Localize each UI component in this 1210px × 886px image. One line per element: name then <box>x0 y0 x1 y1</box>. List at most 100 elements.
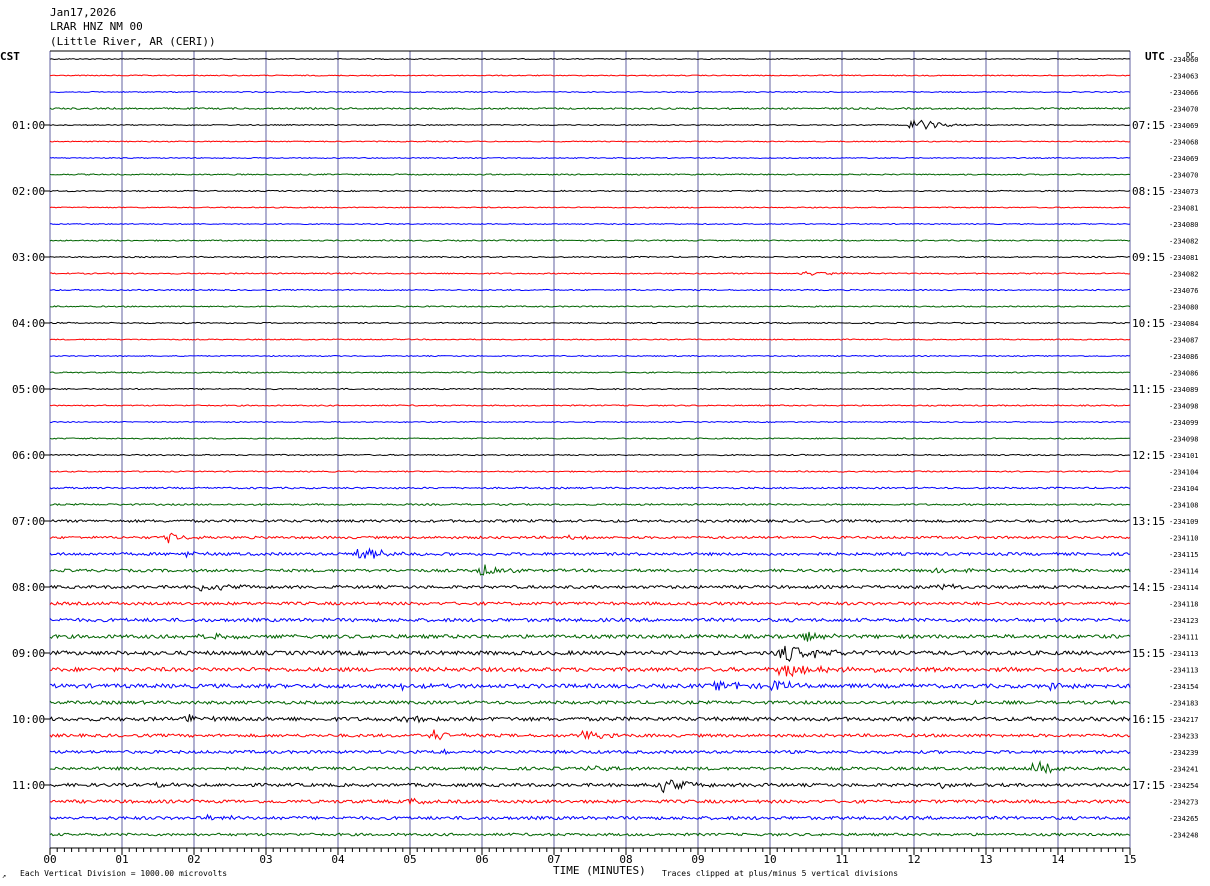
trace-31 <box>49 564 1131 576</box>
clip-note: Traces clipped at plus/minus 5 vertical … <box>662 869 898 878</box>
trace-3 <box>49 107 1131 110</box>
dc-offset-40: -234217 <box>1169 716 1199 724</box>
dc-offset-30: -234115 <box>1169 551 1199 559</box>
dc-offset-20: -234089 <box>1169 386 1199 394</box>
helicorder-plot: Jan17,2026 LRAR HNZ NM 00 (Little River,… <box>0 6 1199 880</box>
dc-offset-32: -234114 <box>1169 584 1199 592</box>
dc-offset-25: -234104 <box>1169 469 1199 477</box>
trace-42 <box>49 748 1131 756</box>
trace-0 <box>49 57 1131 61</box>
trace-22 <box>49 420 1131 424</box>
dc-offset-29: -234110 <box>1169 535 1199 543</box>
trace-6 <box>49 156 1131 160</box>
x-tick-label-15: 15 <box>1123 853 1136 866</box>
dc-offset-26: -234104 <box>1169 485 1199 493</box>
trace-1 <box>49 74 1131 77</box>
dc-offset-24: -234101 <box>1169 452 1199 460</box>
trace-14 <box>50 288 1131 292</box>
left-zone-label: CST <box>0 50 20 63</box>
trace-18 <box>49 354 1131 358</box>
x-tick-label-5: 05 <box>403 853 416 866</box>
trace-17 <box>49 338 1131 341</box>
trace-5 <box>49 140 1131 143</box>
left-hour-label-8: 09:00 <box>12 647 45 660</box>
dc-offset-23: -234098 <box>1169 436 1199 444</box>
trace-19 <box>49 371 1131 374</box>
left-hour-label-1: 02:00 <box>12 185 45 198</box>
dc-offset-9: -234081 <box>1169 205 1199 213</box>
x-tick-label-9: 09 <box>691 853 704 866</box>
trace-10 <box>50 222 1131 226</box>
x-tick-label-13: 13 <box>979 853 992 866</box>
dc-offset-34: -234123 <box>1169 617 1199 625</box>
dc-offset-39: -234183 <box>1169 700 1199 708</box>
dc-offset-21: -234098 <box>1169 403 1199 411</box>
dc-offset-19: -234086 <box>1169 370 1199 378</box>
right-hour-label-5: 12:15 <box>1132 449 1165 462</box>
dc-offset-31: -234114 <box>1169 568 1199 576</box>
trace-9 <box>49 206 1131 209</box>
dc-offset-33: -234118 <box>1169 601 1199 609</box>
left-hour-label-4: 05:00 <box>12 383 45 396</box>
trace-23 <box>49 437 1131 440</box>
dc-offset-1: -234063 <box>1169 73 1199 81</box>
left-hour-label-7: 08:00 <box>12 581 45 594</box>
left-hour-label-9: 10:00 <box>12 713 45 726</box>
plot-header: Jan17,2026 LRAR HNZ NM 00 (Little River,… <box>50 6 216 48</box>
trace-46 <box>49 813 1131 821</box>
dc-offset-44: -234254 <box>1169 782 1199 790</box>
dc-offset-7: -234070 <box>1169 172 1199 180</box>
dc-offset-28: -234109 <box>1169 518 1199 526</box>
x-tick-label-14: 14 <box>1051 853 1065 866</box>
dc-offset-22: -234099 <box>1169 419 1199 427</box>
x-tick-label-12: 12 <box>907 853 920 866</box>
dc-offset-17: -234087 <box>1169 337 1199 345</box>
dc-offset-35: -234111 <box>1169 634 1199 642</box>
trace-36 <box>49 645 1131 663</box>
trace-13 <box>49 270 1131 276</box>
dc-offset-6: -234069 <box>1169 155 1199 163</box>
trace-26 <box>49 486 1131 490</box>
header-station: LRAR HNZ NM 00 <box>50 20 143 33</box>
left-hour-label-3: 04:00 <box>12 317 45 330</box>
trace-2 <box>49 90 1131 94</box>
trace-44 <box>49 779 1131 794</box>
right-hour-label-0: 07:15 <box>1132 119 1165 132</box>
right-hour-label-7: 14:15 <box>1132 581 1165 594</box>
trace-39 <box>49 699 1131 706</box>
dc-offset-47: -234248 <box>1169 832 1199 840</box>
trace-29 <box>49 532 1131 544</box>
dc-offset-11: -234082 <box>1169 238 1199 246</box>
trace-27 <box>49 502 1131 506</box>
trace-24 <box>49 453 1131 457</box>
header-location: (Little River, AR (CERI)) <box>50 35 216 48</box>
x-axis-title: TIME (MINUTES) <box>553 864 646 877</box>
trace-8 <box>49 189 1131 193</box>
dc-offset-5: -234068 <box>1169 139 1199 147</box>
x-tick-label-3: 03 <box>259 853 272 866</box>
trace-25 <box>49 470 1131 473</box>
trace-15 <box>49 305 1131 308</box>
left-hour-label-2: 03:00 <box>12 251 45 264</box>
dc-offset-10: -234080 <box>1169 221 1199 229</box>
trace-4 <box>49 119 1131 130</box>
dc-offset-45: -234273 <box>1169 799 1199 807</box>
dc-offset-36: -234113 <box>1169 650 1199 658</box>
trace-35 <box>49 631 1131 642</box>
trace-30 <box>49 547 1130 559</box>
left-hour-label-6: 07:00 <box>12 515 45 528</box>
x-tick-label-11: 11 <box>835 853 848 866</box>
trace-40 <box>49 714 1131 724</box>
dc-offset-4: -234069 <box>1169 122 1199 130</box>
dc-offset-0: -234060 <box>1169 56 1199 64</box>
right-hour-label-1: 08:15 <box>1132 185 1165 198</box>
dc-offset-2: -234066 <box>1169 89 1199 97</box>
trace-16 <box>49 321 1131 325</box>
trace-34 <box>49 617 1131 623</box>
left-hour-label-5: 06:00 <box>12 449 45 462</box>
x-tick-label-6: 06 <box>475 853 488 866</box>
right-hour-label-6: 13:15 <box>1132 515 1165 528</box>
trace-43 <box>49 760 1131 775</box>
trace-12 <box>49 255 1131 259</box>
dc-offset-15: -234080 <box>1169 304 1199 312</box>
